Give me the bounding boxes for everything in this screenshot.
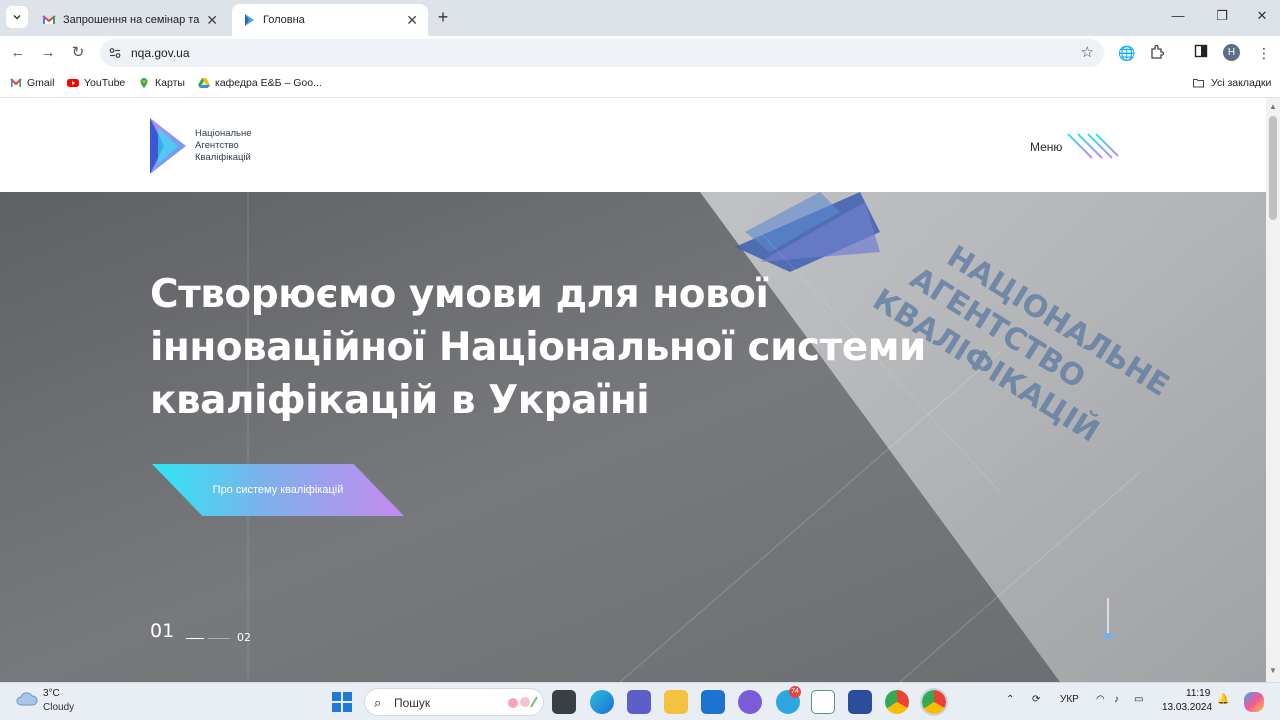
maps-icon — [140, 78, 148, 88]
chrome-icon[interactable] — [885, 690, 909, 714]
show-hidden-icons[interactable]: ⌃ — [1006, 694, 1014, 705]
scroll-up-icon[interactable]: ▲ — [1269, 102, 1277, 111]
menu-button-label[interactable]: Меню — [1030, 140, 1062, 154]
profile-avatar[interactable]: H — [1223, 44, 1240, 61]
logo-text[interactable]: Національне Агентство Кваліфікацій — [195, 128, 252, 164]
close-tab-icon[interactable]: ✕ — [206, 12, 218, 29]
chrome-active-icon[interactable] — [920, 688, 948, 716]
telegram-badge: 74 — [789, 686, 801, 698]
hero-background-image: НАЦІОНАЛЬНЕ АГЕНТСТВО КВАЛІФІКАЦІЙ — [0, 192, 1266, 682]
bookmark-label: Карты — [155, 77, 185, 89]
new-tab-button[interactable]: + — [432, 6, 454, 28]
browser-toolbar: ← → ↻ nqa.gov.ua ☆ 🌐 ⋮ — [0, 36, 1280, 70]
tab-home[interactable]: Головна ✕ — [232, 4, 428, 36]
windows-start-icon[interactable] — [332, 692, 352, 712]
tab-title: Головна — [263, 14, 305, 26]
folder-icon — [1193, 79, 1204, 88]
hero-title: Створюємо умови для нової інноваційної Н… — [150, 268, 1010, 427]
weather-description: Cloudy — [43, 702, 75, 713]
bookmark-gmail[interactable]: Gmail — [10, 77, 54, 89]
search-icon: ⌕ — [374, 695, 382, 710]
close-tab-icon[interactable]: ✕ — [406, 12, 418, 29]
hero-slider: НАЦІОНАЛЬНЕ АГЕНТСТВО КВАЛІФІКАЦІЙ Створ… — [0, 192, 1266, 682]
slide-progress-line — [186, 638, 204, 639]
cloud-icon[interactable] — [16, 691, 38, 707]
bookmark-star-icon[interactable]: ☆ — [1081, 43, 1094, 61]
wifi-icon[interactable]: ◠ — [1096, 694, 1105, 705]
copilot-icon[interactable] — [1244, 692, 1264, 712]
browser-menu-icon[interactable]: ⋮ — [1255, 44, 1273, 62]
bookmark-maps[interactable]: Карты — [138, 77, 185, 89]
bookmark-label: Gmail — [27, 77, 55, 89]
youtube-icon — [67, 79, 79, 87]
logo-line: Агентство — [195, 140, 239, 151]
browser-tab-strip: Запрошення на семінар та під ✕ Головна ✕… — [0, 0, 1280, 36]
scroll-down-icon[interactable]: ▼ — [1269, 666, 1277, 675]
nqa-logo-icon[interactable] — [148, 116, 188, 176]
notifications-icon[interactable]: 🔔 — [1217, 694, 1229, 705]
file-explorer-icon[interactable] — [664, 690, 688, 714]
input-language[interactable]: УКР — [1060, 694, 1079, 705]
mail-icon[interactable] — [701, 690, 725, 714]
hero-title-line: кваліфікацій в Україні — [150, 378, 650, 423]
all-bookmarks-label: Усі закладки — [1211, 77, 1272, 89]
reload-icon[interactable]: ↻ — [68, 43, 88, 63]
site-info-icon[interactable] — [108, 46, 122, 60]
clock-date[interactable]: 13.03.2024 — [1162, 702, 1212, 713]
scroll-thumb[interactable] — [1269, 116, 1277, 220]
tab-gmail[interactable]: Запрошення на семінар та під ✕ — [32, 4, 228, 36]
task-view-icon[interactable] — [552, 690, 576, 714]
back-icon[interactable]: ← — [8, 43, 28, 63]
drive-icon — [198, 78, 210, 88]
nqa-icon — [245, 14, 254, 26]
volume-icon[interactable]: ♪ — [1114, 694, 1119, 705]
close-window-icon[interactable]: ✕ — [1252, 8, 1272, 24]
chatgpt-icon[interactable] — [811, 690, 835, 714]
search-highlight-icon — [508, 696, 538, 708]
bookmark-youtube[interactable]: YouTube — [67, 77, 125, 89]
gmail-icon — [42, 15, 56, 24]
hero-title-line: Створюємо умови для нової — [150, 272, 769, 317]
extensions-icon[interactable] — [1148, 44, 1166, 62]
battery-icon[interactable]: ▭ — [1134, 694, 1143, 705]
logo-line: Національне — [195, 128, 252, 139]
weather-temperature: 3°C — [43, 688, 60, 699]
url-text: nqa.gov.ua — [131, 46, 190, 60]
app-icon[interactable] — [848, 690, 872, 714]
gmail-icon — [10, 78, 22, 87]
chevron-down-icon — [13, 15, 21, 20]
hamburger-menu-icon[interactable] — [1064, 132, 1120, 160]
viber-icon[interactable] — [738, 690, 762, 714]
translate-icon[interactable]: 🌐 — [1118, 44, 1136, 62]
tab-title: Запрошення на семінар та під — [63, 14, 203, 26]
teams-icon[interactable] — [627, 690, 651, 714]
slide-next-number[interactable]: 02 — [237, 631, 251, 644]
bookmark-label: кафедра Е&Б – Goo... — [215, 77, 322, 89]
tab-search-button[interactable] — [6, 6, 28, 28]
site-header: Національне Агентство Кваліфікацій Меню — [0, 98, 1266, 192]
sync-icon[interactable]: ⟳ — [1032, 694, 1040, 705]
edge-icon[interactable] — [590, 690, 614, 714]
forward-icon[interactable]: → — [38, 43, 58, 63]
scroll-down-arrow-icon[interactable] — [1100, 598, 1116, 642]
clock-time[interactable]: 11:19 — [1186, 688, 1210, 699]
address-bar[interactable]: nqa.gov.ua ☆ — [100, 39, 1104, 67]
cta-label: Про систему кваліфікацій — [212, 484, 344, 496]
bookmarks-bar: Gmail YouTube Карты кафедра Е&Б – Goo...… — [0, 70, 1280, 98]
logo-line: Кваліфікацій — [195, 152, 251, 163]
minimize-icon[interactable]: — — [1168, 8, 1188, 23]
slide-progress-track — [208, 638, 230, 639]
windows-taskbar: 3°C Cloudy ⌕ Пошук 74 ⌃ ⟳ УКР ◠ ♪ ▭ 11:1… — [0, 682, 1280, 720]
slide-current-number: 01 — [150, 620, 175, 642]
side-panel-icon[interactable] — [1192, 44, 1210, 62]
maximize-icon[interactable]: ❐ — [1212, 8, 1232, 24]
all-bookmarks[interactable]: Усі закладки — [1192, 77, 1271, 89]
bookmark-drive[interactable]: кафедра Е&Б – Goo... — [198, 77, 322, 89]
taskbar-search[interactable]: ⌕ Пошук — [364, 688, 544, 716]
search-placeholder: Пошук — [394, 696, 431, 710]
page-scrollbar[interactable]: ▲ ▼ — [1266, 98, 1280, 682]
hero-title-line: інноваційної Національної системи — [150, 325, 926, 370]
bookmark-label: YouTube — [84, 77, 126, 89]
